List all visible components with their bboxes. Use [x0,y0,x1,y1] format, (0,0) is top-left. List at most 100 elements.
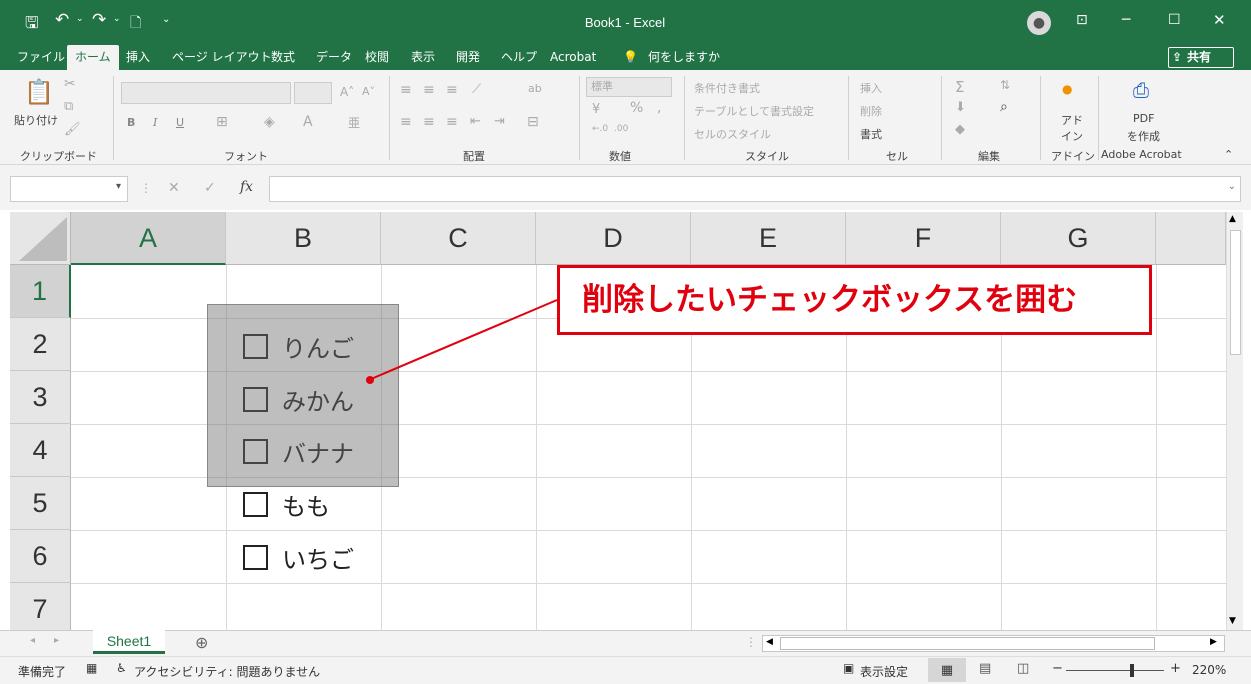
clear-icon[interactable]: ◆ [955,122,965,137]
expand-formula-icon[interactable]: ⌄ [1228,181,1236,192]
undo-icon[interactable]: ↶ [55,10,69,30]
paste-button[interactable]: 貼り付け [14,112,58,128]
merge-center-icon[interactable]: ⊟ [527,114,539,130]
create-pdf-icon[interactable]: ⎙ [1133,78,1149,102]
fill-icon[interactable]: ⬇ [955,100,966,115]
accessibility-icon[interactable]: ♿ [116,661,127,675]
italic-button[interactable]: I [153,116,157,129]
bottom-align-icon[interactable]: ≡ [446,82,458,98]
format-as-table-button[interactable]: テーブルとして書式設定 [694,103,814,119]
display-settings-button[interactable]: 表示設定 [860,663,908,680]
share-button[interactable]: ⇪ 共有 [1168,47,1234,68]
scroll-right-icon[interactable]: ▶ [1210,637,1217,647]
account-avatar-icon[interactable]: ● [1027,11,1051,35]
restore-button[interactable]: ☐ [1168,12,1181,28]
cancel-entry-icon[interactable]: ✕ [168,180,180,196]
orientation-icon[interactable]: ⟋ [472,82,481,97]
redo-dropdown-icon[interactable]: ⌄ [113,14,121,24]
splitter-icon[interactable]: ⋮ [745,635,757,649]
formula-input[interactable]: ⌄ [269,176,1241,202]
insert-cells-button[interactable]: 挿入 [860,80,882,96]
add-sheet-button[interactable]: ⊕ [195,633,208,652]
font-name-select[interactable] [121,82,291,104]
customize-quick-access-icon[interactable]: ⌄ [162,14,170,25]
comma-icon[interactable]: , [657,100,661,116]
tell-me-search[interactable]: 何をしますか [648,45,720,70]
copy-icon[interactable]: ⧉ [64,99,73,114]
increase-font-icon[interactable]: A˄ [340,85,354,99]
format-painter-icon[interactable]: 🖌 [64,122,81,137]
previous-sheet-icon[interactable]: ◂ [30,635,35,646]
tab-review[interactable]: 校閲 [365,45,389,70]
zoom-in-button[interactable]: + [1170,661,1181,676]
tab-help[interactable]: ヘルプ [501,45,537,70]
close-button[interactable]: ✕ [1213,11,1226,29]
undo-dropdown-icon[interactable]: ⌄ [76,14,84,24]
zoom-out-button[interactable]: − [1052,661,1063,676]
conditional-formatting-button[interactable]: 条件付き書式 [694,80,760,96]
tab-acrobat[interactable]: Acrobat [550,45,596,70]
tab-data[interactable]: データ [316,45,352,70]
borders-icon[interactable]: ⊞ [216,114,228,130]
name-box[interactable]: ▾ [10,176,128,202]
zoom-level[interactable]: 220% [1192,663,1226,677]
more-options-icon[interactable]: ⋮ [140,181,152,195]
format-cells-button[interactable]: 書式 [860,126,882,142]
phonetic-icon[interactable]: 亜 [348,114,360,131]
redo-icon[interactable]: ↷ [92,10,106,30]
fill-color-icon[interactable]: ◈ [264,114,275,130]
delete-cells-button[interactable]: 削除 [860,103,882,119]
tab-file[interactable]: ファイル [17,45,65,70]
page-layout-view-icon[interactable]: ▤ [979,661,991,676]
name-box-dropdown-icon[interactable]: ▾ [116,181,121,192]
collapse-ribbon-icon[interactable]: ⌃ [1224,148,1233,161]
insert-function-button[interactable]: fx [240,179,253,195]
underline-button[interactable]: U [176,116,184,129]
font-size-select[interactable] [294,82,332,104]
next-sheet-icon[interactable]: ▸ [54,635,59,646]
new-file-icon[interactable]: 🗋 [130,12,141,36]
tab-home[interactable]: ホーム [67,45,119,70]
scroll-down-icon[interactable]: ▼ [1229,616,1236,626]
tab-insert[interactable]: 挿入 [126,45,150,70]
bold-button[interactable]: B [127,116,135,129]
page-break-view-icon[interactable]: ◫ [1017,661,1029,676]
align-right-icon[interactable]: ≡ [446,114,458,130]
save-icon[interactable]: 🖫 [25,12,39,39]
addins-icon[interactable]: ● [1062,82,1072,96]
cell-styles-button[interactable]: セルのスタイル [694,126,771,142]
addins-button-line2[interactable]: イン [1061,128,1083,144]
tab-formulas[interactable]: 数式 [271,45,295,70]
cut-icon[interactable]: ✂ [64,76,76,92]
font-color-icon[interactable]: A [303,114,313,130]
increase-decimal-icon[interactable]: ←.0 [592,124,608,134]
wrap-text-icon[interactable]: ab [528,82,542,95]
currency-icon[interactable]: ¥ [592,102,600,117]
decrease-decimal-icon[interactable]: .00 [614,124,628,134]
percent-button[interactable]: % [630,100,643,116]
autosum-icon[interactable]: Σ [955,78,964,96]
zoom-slider-track[interactable] [1066,670,1164,671]
sheet-tab-sheet1[interactable]: Sheet1 [93,630,165,654]
decrease-indent-icon[interactable]: ⇤ [470,114,481,129]
vertical-scrollbar[interactable]: ▲ ▼ [1226,212,1243,630]
align-left-icon[interactable]: ≡ [400,114,412,130]
minimize-button[interactable]: ─ [1122,12,1130,28]
sort-filter-icon[interactable]: ⇅ [1000,78,1010,92]
number-format-select[interactable]: 標準 [586,77,672,97]
increase-indent-icon[interactable]: ⇥ [494,114,505,129]
addins-button-line1[interactable]: アド [1061,112,1083,128]
decrease-font-icon[interactable]: A˅ [362,85,375,98]
vertical-scroll-thumb[interactable] [1230,230,1241,355]
ribbon-display-options-icon[interactable]: ⊡ [1076,12,1088,28]
confirm-entry-icon[interactable]: ✓ [204,180,216,196]
top-align-icon[interactable]: ≡ [400,82,412,98]
zoom-slider-thumb[interactable] [1130,664,1134,677]
display-settings-icon[interactable]: ▣ [843,661,854,675]
align-center-icon[interactable]: ≡ [423,114,435,130]
tab-view[interactable]: 表示 [411,45,435,70]
find-select-icon[interactable]: ⌕ [1000,99,1008,115]
tab-page-layout[interactable]: ページ レイアウト [172,45,272,70]
scroll-left-icon[interactable]: ◀ [766,637,773,647]
tab-developer[interactable]: 開発 [456,45,480,70]
